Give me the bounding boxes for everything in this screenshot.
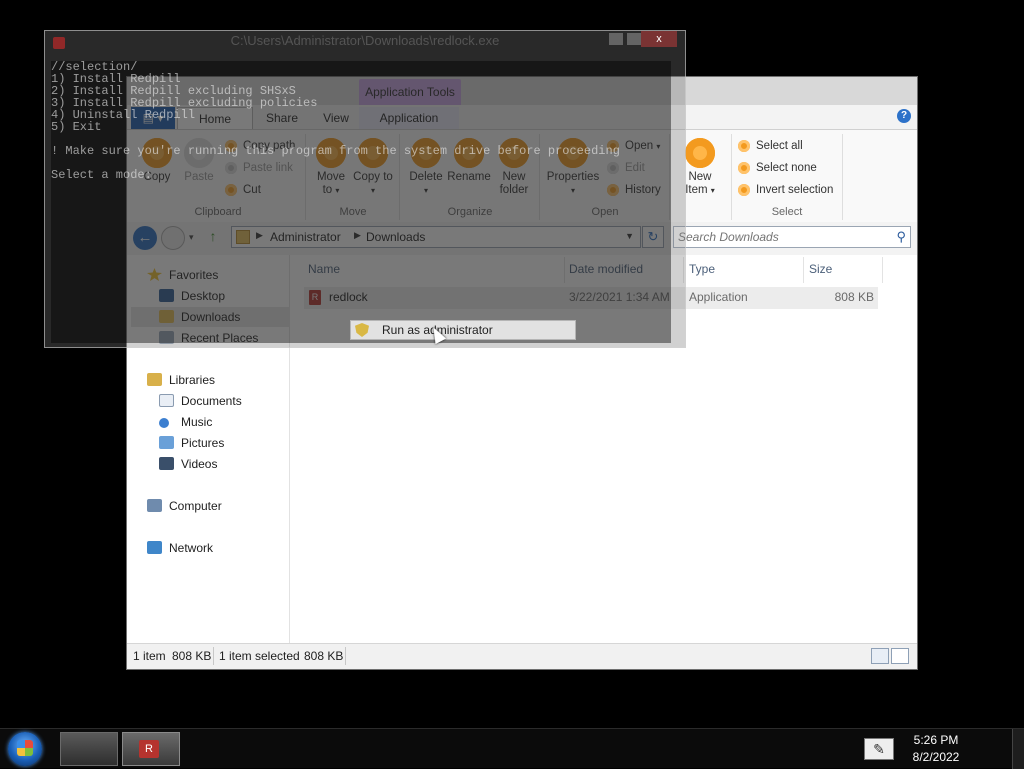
- large-icons-view-icon[interactable]: [891, 648, 909, 664]
- redlock-app-icon: R: [139, 740, 159, 758]
- windows-logo-icon: [17, 740, 33, 756]
- console-line: ! Make sure you're running this program …: [51, 144, 620, 158]
- nav-computer-label: Computer: [169, 499, 222, 513]
- nav-network[interactable]: Network: [147, 538, 213, 558]
- select-all-button[interactable]: Select all: [738, 138, 803, 154]
- console-line: Select a mode:: [51, 168, 152, 182]
- console-output[interactable]: //selection/ 1) Install Redpill 2) Insta…: [51, 61, 671, 343]
- nav-pictures[interactable]: Pictures: [159, 433, 224, 453]
- clock-time[interactable]: 5:26 PM: [902, 733, 970, 747]
- start-button[interactable]: [8, 732, 42, 766]
- search-icon[interactable]: ⚲: [896, 229, 906, 245]
- network-icon: [147, 541, 162, 554]
- close-button[interactable]: x: [641, 31, 677, 47]
- file-type: Application: [689, 290, 748, 304]
- invert-selection-button[interactable]: Invert selection: [738, 182, 833, 198]
- action-center-icon[interactable]: ✎: [864, 738, 894, 760]
- selected-count: 1 item selected: [219, 649, 300, 663]
- select-group: Select all Select none Invert selection …: [731, 134, 843, 220]
- nav-music-label: Music: [181, 415, 213, 429]
- taskbar-explorer-button[interactable]: [60, 732, 118, 766]
- help-icon[interactable]: ?: [897, 109, 911, 123]
- invert-selection-label: Invert selection: [756, 184, 834, 196]
- nav-music[interactable]: Music: [159, 412, 212, 432]
- libraries-icon: [147, 373, 162, 386]
- nav-network-label: Network: [169, 541, 214, 555]
- new-item-icon: [685, 138, 715, 168]
- select-all-label: Select all: [756, 140, 803, 152]
- new-item-label: New Item: [685, 171, 712, 196]
- invert-selection-icon: [738, 184, 750, 196]
- pictures-icon: [159, 436, 174, 449]
- maximize-button[interactable]: [627, 33, 641, 45]
- clock-date[interactable]: 8/2/2022: [902, 750, 970, 764]
- status-bar: 1 item 808 KB 1 item selected 808 KB: [127, 643, 917, 669]
- console-line: 5) Exit: [51, 120, 102, 134]
- status-divider: [345, 647, 346, 665]
- context-menu-run-as-administrator[interactable]: Run as administrator: [350, 320, 576, 340]
- select-none-label: Select none: [756, 162, 817, 174]
- file-size: 808 KB: [834, 290, 874, 304]
- status-divider: [213, 647, 214, 665]
- nav-videos-label: Videos: [181, 457, 218, 471]
- selected-size: 808 KB: [304, 649, 344, 663]
- nav-pictures-label: Pictures: [181, 436, 225, 450]
- search-input[interactable]: [678, 229, 878, 245]
- search-box[interactable]: ⚲: [673, 226, 911, 248]
- console-window: C:\Users\Administrator\Downloads\redlock…: [44, 30, 686, 348]
- uac-shield-icon: [355, 323, 369, 337]
- nav-libraries-label: Libraries: [169, 373, 216, 387]
- column-divider[interactable]: [882, 257, 883, 283]
- computer-icon: [147, 499, 162, 512]
- nav-libraries[interactable]: Libraries: [147, 370, 215, 390]
- nav-computer[interactable]: Computer: [147, 496, 222, 516]
- console-title: C:\Users\Administrator\Downloads\redlock…: [230, 33, 500, 48]
- item-count-size: 808 KB: [172, 649, 212, 663]
- item-count: 1 item: [133, 649, 166, 663]
- music-icon: [159, 418, 169, 428]
- column-header-size[interactable]: Size: [809, 262, 832, 276]
- details-view-icon[interactable]: [871, 648, 889, 664]
- show-desktop-button[interactable]: [1012, 729, 1024, 769]
- taskbar: R ✎ 5:26 PM 8/2/2022: [0, 728, 1024, 769]
- videos-icon: [159, 457, 174, 470]
- column-divider[interactable]: [803, 257, 804, 283]
- select-group-label: Select: [771, 206, 803, 218]
- nav-documents[interactable]: Documents: [159, 391, 242, 411]
- taskbar-redlock-button[interactable]: R: [122, 732, 180, 766]
- minimize-button[interactable]: [609, 33, 623, 45]
- select-none-icon: [738, 162, 750, 174]
- select-all-icon: [738, 140, 750, 152]
- select-none-button[interactable]: Select none: [738, 160, 817, 176]
- nav-documents-label: Documents: [181, 394, 242, 408]
- column-header-type[interactable]: Type: [689, 262, 715, 276]
- nav-videos[interactable]: Videos: [159, 454, 217, 474]
- documents-icon: [159, 394, 174, 407]
